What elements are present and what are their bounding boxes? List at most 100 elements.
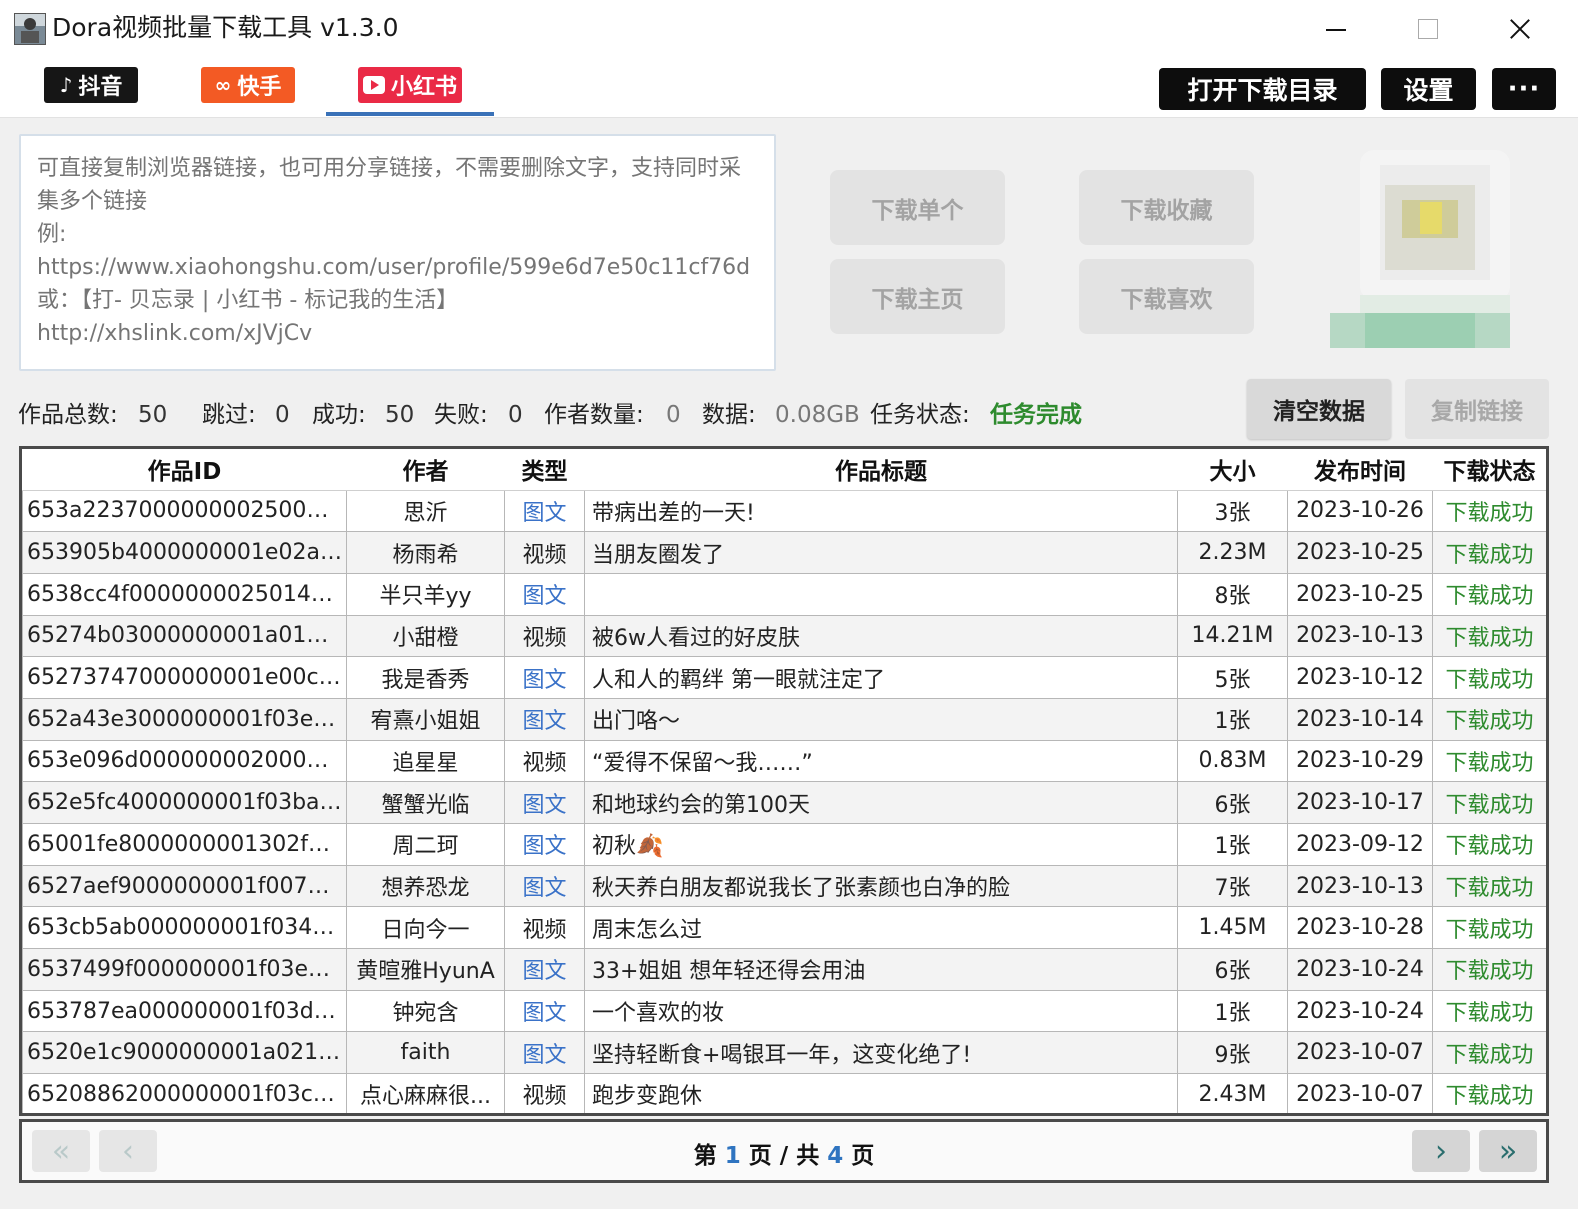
tab-douyin[interactable]: ♪ 抖音 — [44, 67, 138, 103]
size-cell: 1张 — [1177, 823, 1288, 866]
table-row[interactable]: 65274b03000000001a017047 小甜橙 视频 被6w人看过的好皮肤 1… — [22, 614, 1546, 658]
link-input[interactable] — [19, 134, 776, 371]
table-row[interactable]: 6538cc4f00000000250148ac 半只羊yy 图文 8张 2023-10… — [22, 572, 1546, 616]
table-row[interactable]: 653cb5ab000000001f0342cd 日向今一 视频 周末怎么过 1.45M… — [22, 906, 1546, 950]
work-id-cell: 65208862000000001f03c3ab — [22, 1073, 347, 1113]
maximize-button[interactable] — [1396, 8, 1456, 50]
table-row[interactable]: 653905b4000000001e02a2ff 杨雨希 视频 当朋友圈发了 2.23M… — [22, 531, 1546, 574]
column-header[interactable]: 作者 — [346, 449, 505, 491]
download-status-cell: 下载成功 — [1432, 1073, 1546, 1113]
table-row[interactable]: 652a43e3000000001f03e9ae 宥熹小姐姐 图文 出门咯～ 1张 202… — [22, 697, 1546, 741]
download-status-cell: 下载成功 — [1432, 656, 1546, 699]
download-likes-button[interactable]: 下载喜欢 — [1079, 259, 1254, 334]
download-status-cell: 下载成功 — [1432, 489, 1546, 533]
table-row[interactable]: 6537499f000000001f03ea26 黄暄雅HyunA 图文 33+姐姐 … — [22, 948, 1546, 991]
copy-link-button[interactable]: 复制链接 — [1405, 379, 1549, 439]
close-button[interactable] — [1488, 8, 1548, 50]
table-row[interactable]: 653a22370000000025008d6a 思沂 图文 带病出差的一天! 3张 20… — [22, 489, 1546, 533]
total-pages: 4 — [827, 1143, 844, 1169]
download-single-button[interactable]: 下载单个 — [830, 170, 1005, 245]
open-download-dir-button[interactable]: 打开下载目录 — [1159, 68, 1366, 110]
tab-kuaishou[interactable]: ∞ 快手 — [201, 67, 295, 103]
publish-date-cell: 2023-10-26 — [1287, 489, 1433, 533]
size-cell: 1张 — [1177, 697, 1288, 741]
work-id-cell: 653e096d000000002000202e — [22, 739, 347, 783]
author-cell: 宥熹小姐姐 — [346, 697, 505, 741]
type-cell[interactable]: 图文 — [504, 1031, 585, 1075]
type-cell[interactable]: 图文 — [504, 572, 585, 616]
author-cell: 想养恐龙 — [346, 864, 505, 908]
download-homepage-button[interactable]: 下载主页 — [830, 259, 1005, 334]
data-size: 0.08GB — [775, 402, 860, 428]
size-cell: 6张 — [1177, 948, 1288, 991]
clear-data-button[interactable]: 清空数据 — [1247, 379, 1391, 439]
table-header-row: 作品ID 作者 类型 作品标题 大小 发布时间 下载状态 — [22, 449, 1546, 491]
type-cell[interactable]: 图文 — [504, 697, 585, 741]
work-id-cell: 653787ea000000001f03df08 — [22, 989, 347, 1033]
download-status-cell: 下载成功 — [1432, 697, 1546, 741]
works-table: 作品ID 作者 类型 作品标题 大小 发布时间 下载状态 653a2237000… — [19, 446, 1549, 1116]
type-cell[interactable]: 图文 — [504, 489, 585, 533]
skip-count: 0 — [275, 402, 290, 428]
download-status-cell: 下载成功 — [1432, 948, 1546, 991]
current-page: 1 — [724, 1143, 741, 1169]
table-row[interactable]: 6520e1c9000000001a021c34 faith 图文 坚持轻断食+喝银耳… — [22, 1031, 1546, 1075]
table-row[interactable]: 65208862000000001f03c3ab 点心麻麻很... 视频 跑步变跑休 2… — [22, 1073, 1546, 1113]
work-id-cell: 6527aef9000000001f007d1e — [22, 864, 347, 908]
column-header[interactable]: 作品标题 — [584, 449, 1178, 491]
column-header[interactable]: 类型 — [504, 449, 585, 491]
work-id-cell: 6537499f000000001f03ea26 — [22, 948, 347, 991]
table-row[interactable]: 653787ea000000001f03df08 钟宛含 图文 一个喜欢的妆 1张 202… — [22, 989, 1546, 1033]
type-cell[interactable]: 图文 — [504, 948, 585, 991]
author-cell: 钟宛含 — [346, 989, 505, 1033]
download-status-cell: 下载成功 — [1432, 739, 1546, 783]
type-cell: 视频 — [504, 1073, 585, 1113]
work-id-cell: 652a43e3000000001f03e9ae — [22, 697, 347, 741]
type-cell[interactable]: 图文 — [504, 656, 585, 699]
publish-date-cell: 2023-10-14 — [1287, 697, 1433, 741]
avatar — [1330, 130, 1530, 355]
table-row[interactable]: 6527aef9000000001f007d1e 想养恐龙 图文 秋天养白朋友都说我长… — [22, 864, 1546, 908]
type-cell[interactable]: 图文 — [504, 989, 585, 1033]
minimize-button[interactable] — [1306, 8, 1366, 50]
publish-date-cell: 2023-10-13 — [1287, 864, 1433, 908]
column-header[interactable]: 下载状态 — [1432, 449, 1546, 491]
work-id-cell: 653a22370000000025008d6a — [22, 489, 347, 533]
download-status-cell: 下载成功 — [1432, 906, 1546, 950]
download-collection-button[interactable]: 下载收藏 — [1079, 170, 1254, 245]
work-id-cell: 653cb5ab000000001f0342cd — [22, 906, 347, 950]
type-cell: 视频 — [504, 531, 585, 574]
window-title: Dora视频批量下载工具 v1.3.0 — [52, 13, 399, 42]
data-label: 数据: — [702, 402, 756, 428]
title-cell: 初秋🍂 — [584, 823, 1178, 866]
type-cell[interactable]: 图文 — [504, 781, 585, 824]
work-id-cell: 6520e1c9000000001a021c34 — [22, 1031, 347, 1075]
type-cell: 视频 — [504, 739, 585, 783]
column-header[interactable]: 发布时间 — [1287, 449, 1433, 491]
column-header[interactable]: 作品ID — [22, 449, 347, 491]
settings-button[interactable]: 设置 — [1381, 68, 1476, 110]
next-page-button[interactable]: › — [1412, 1130, 1470, 1172]
column-header[interactable]: 大小 — [1177, 449, 1288, 491]
task-status-label: 任务状态: — [870, 402, 970, 428]
work-id-cell: 65273747000000001e00cf8c — [22, 656, 347, 699]
table-row[interactable]: 652e5fc4000000001f03ba13 蟹蟹光临 图文 和地球约会的第100… — [22, 781, 1546, 824]
publish-date-cell: 2023-10-25 — [1287, 572, 1433, 616]
download-status-cell: 下载成功 — [1432, 781, 1546, 824]
fail-label: 失败: — [434, 402, 488, 428]
tab-xiaohongshu[interactable]: 小红书 — [358, 67, 462, 103]
page-indicator: 第 1 页 / 共 4 页 — [22, 1136, 1546, 1170]
more-button[interactable]: ··· — [1492, 68, 1556, 110]
kuaishou-icon: ∞ — [214, 73, 232, 97]
type-cell[interactable]: 图文 — [504, 823, 585, 866]
table-row[interactable]: 653e096d000000002000202e 追星星 视频 “爱得不保留～我……”… — [22, 739, 1546, 783]
table-row[interactable]: 65273747000000001e00cf8c 我是香秀 图文 人和人的羁绊 第一眼… — [22, 656, 1546, 699]
work-id-cell: 65274b03000000001a017047 — [22, 614, 347, 658]
size-cell: 1张 — [1177, 989, 1288, 1033]
type-cell[interactable]: 图文 — [504, 864, 585, 908]
table-row[interactable]: 65001fe8000000001302fc83 周二珂 图文 初秋🍂 1张 2023-0… — [22, 823, 1546, 866]
title-bar: Dora视频批量下载工具 v1.3.0 — [0, 0, 1578, 58]
last-page-button[interactable]: » — [1479, 1130, 1537, 1172]
fail-count: 0 — [508, 402, 523, 428]
title-cell: 周末怎么过 — [584, 906, 1178, 950]
